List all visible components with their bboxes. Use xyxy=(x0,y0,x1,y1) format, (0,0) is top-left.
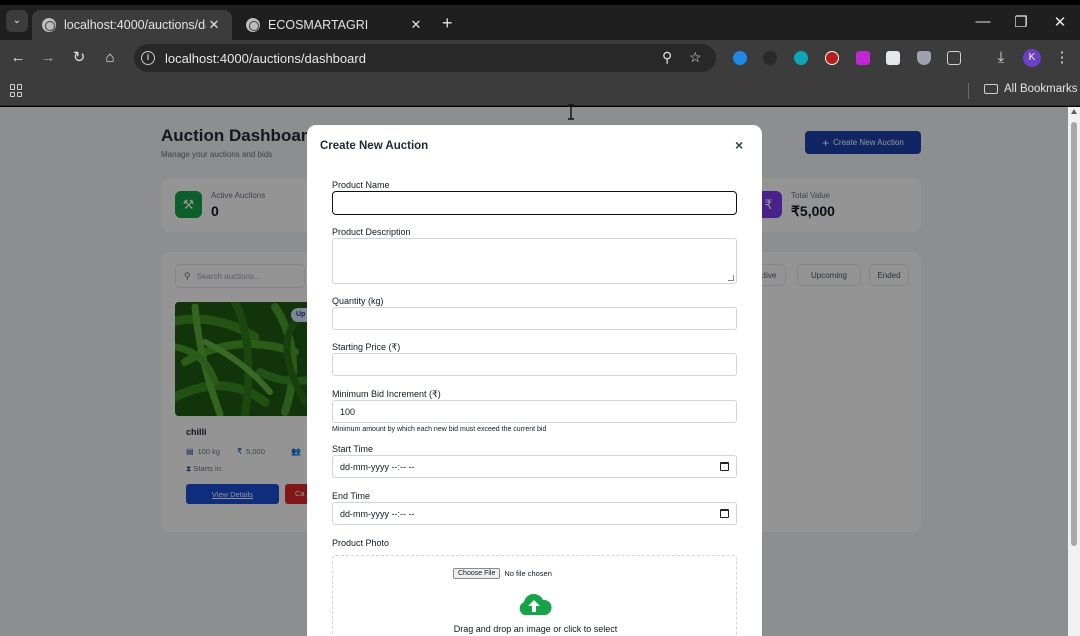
end-time-label: End Time xyxy=(332,491,371,501)
cloud-upload-icon xyxy=(519,593,552,615)
new-tab-button[interactable]: + xyxy=(442,13,453,34)
extensions-puzzle-icon[interactable] xyxy=(947,51,961,65)
tab-ecosmartagri[interactable]: ECOSMARTAGRI ✕ xyxy=(236,10,434,40)
photo-label: Product Photo xyxy=(332,538,390,548)
download-icon[interactable]: ⤓ xyxy=(991,48,1011,68)
description-textarea[interactable] xyxy=(332,238,737,284)
address-url: localhost:4000/auctions/dashboard xyxy=(165,50,366,66)
quantity-label: Quantity (kg) xyxy=(332,296,384,306)
text-cursor-icon xyxy=(568,104,574,120)
window-close-icon[interactable]: ✕ xyxy=(1045,13,1075,31)
bookmarks-bar: All Bookmarks xyxy=(0,76,1080,106)
min-increment-hint: Minimum amount by which each new bid mus… xyxy=(332,426,547,433)
browser-menu-icon[interactable]: ⋮ xyxy=(1052,48,1072,68)
minimize-icon[interactable]: — xyxy=(968,13,998,30)
scroll-up-icon[interactable] xyxy=(1071,109,1077,114)
end-time-input[interactable]: dd-mm-yyyy --:-- -- xyxy=(332,502,737,525)
product-name-input[interactable] xyxy=(332,191,737,215)
address-bar[interactable]: i localhost:4000/auctions/dashboard ⚲ ☆ xyxy=(134,44,716,72)
calendar-icon[interactable] xyxy=(720,509,729,518)
forward-icon[interactable]: → xyxy=(38,48,58,68)
apps-grid-icon[interactable] xyxy=(10,84,23,97)
all-bookmarks-button[interactable]: All Bookmarks xyxy=(984,83,1078,95)
start-time-value: dd-mm-yyyy --:-- -- xyxy=(340,461,415,472)
restore-icon[interactable]: ❐ xyxy=(1006,13,1036,31)
file-input[interactable]: Choose File No file chosen xyxy=(453,568,552,579)
modal-close-icon[interactable]: × xyxy=(735,137,743,153)
all-bookmarks-label: All Bookmarks xyxy=(1004,83,1078,95)
extension-blue-icon[interactable] xyxy=(733,51,747,65)
choose-file-button[interactable]: Choose File xyxy=(453,568,501,579)
home-icon[interactable]: ⌂ xyxy=(100,48,120,68)
browser-toolbar: ← → ↻ ⌂ i localhost:4000/auctions/dashbo… xyxy=(0,40,1080,76)
starting-price-input[interactable] xyxy=(332,353,737,376)
product-name-label: Product Name xyxy=(332,180,390,190)
browser-tab-bar: ⌄ localhost:4000/auctions/dashbo ✕ ECOSM… xyxy=(0,0,1080,40)
extension-shield-icon[interactable] xyxy=(917,51,931,65)
no-file-text: No file chosen xyxy=(504,569,552,578)
page-viewport: Auction Dashboard Manage your auctions a… xyxy=(0,107,1068,636)
extension-screenshot-icon[interactable] xyxy=(886,51,900,65)
site-info-icon[interactable]: i xyxy=(141,51,155,65)
globe-icon xyxy=(246,18,260,32)
tab-auctions[interactable]: localhost:4000/auctions/dashbo ✕ xyxy=(32,10,232,40)
folder-icon xyxy=(984,84,998,94)
quantity-input[interactable] xyxy=(332,307,737,330)
extension-ublock-icon[interactable] xyxy=(825,51,839,65)
start-time-input[interactable]: dd-mm-yyyy --:-- -- xyxy=(332,455,737,478)
tab-title: localhost:4000/auctions/dashbo xyxy=(64,18,206,32)
description-label: Product Description xyxy=(332,227,411,237)
bookmark-star-icon[interactable]: ☆ xyxy=(689,49,702,66)
extension-magenta-icon[interactable] xyxy=(856,51,870,65)
back-icon[interactable]: ← xyxy=(8,48,28,68)
end-time-value: dd-mm-yyyy --:-- -- xyxy=(340,508,415,519)
scroll-thumb[interactable] xyxy=(1071,122,1077,546)
globe-icon xyxy=(42,18,56,32)
create-auction-modal: Create New Auction × Product Name Produc… xyxy=(307,125,762,636)
resize-handle-icon[interactable] xyxy=(728,275,734,281)
page-scrollbar[interactable] xyxy=(1068,107,1080,636)
calendar-icon[interactable] xyxy=(720,462,729,471)
profile-avatar[interactable]: K xyxy=(1023,49,1041,67)
reload-icon[interactable]: ↻ xyxy=(69,48,89,68)
zoom-icon[interactable]: ⚲ xyxy=(662,49,672,66)
min-increment-input[interactable]: 100 xyxy=(332,400,737,423)
min-increment-label: Minimum Bid Increment (₹) xyxy=(332,389,441,399)
bookmarks-divider xyxy=(968,83,969,99)
modal-title: Create New Auction xyxy=(320,140,429,152)
tab-close-icon[interactable]: ✕ xyxy=(206,17,222,33)
extension-teal-icon[interactable] xyxy=(794,51,808,65)
drop-text: Drag and drop an image or click to selec… xyxy=(453,624,618,634)
start-time-label: Start Time xyxy=(332,444,374,454)
photo-dropzone[interactable]: Choose File No file chosen Drag and drop… xyxy=(332,555,737,636)
tab-title: ECOSMARTAGRI xyxy=(268,18,369,32)
starting-price-label: Starting Price (₹) xyxy=(332,342,401,352)
tab-close-icon[interactable]: ✕ xyxy=(408,17,424,33)
tab-search-button[interactable]: ⌄ xyxy=(6,10,28,32)
extension-dark-icon[interactable] xyxy=(763,51,777,65)
